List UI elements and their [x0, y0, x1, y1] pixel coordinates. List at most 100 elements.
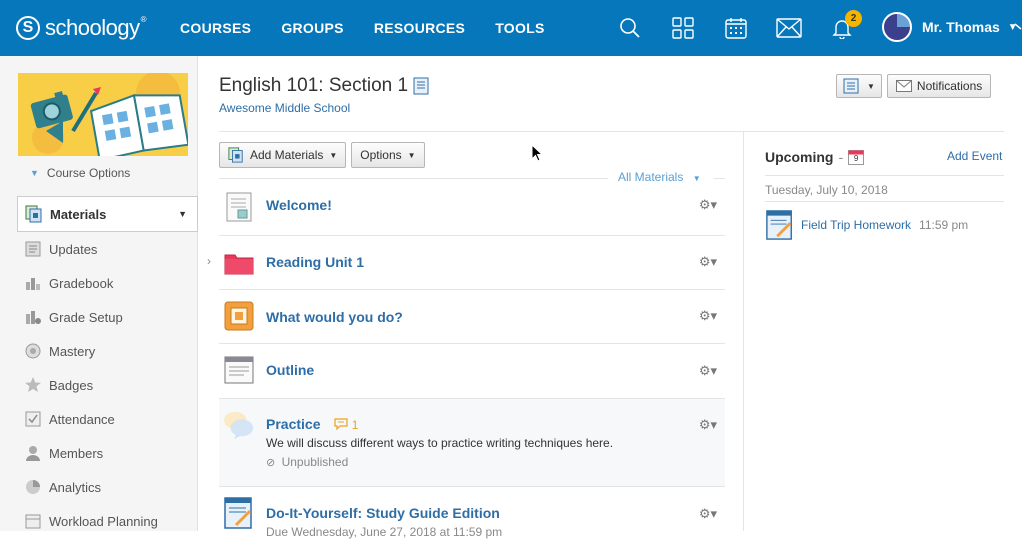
sidebar-item-members[interactable]: Members: [17, 436, 198, 470]
apps-grid-icon[interactable]: [665, 10, 701, 46]
nav-resources[interactable]: RESOURCES: [374, 20, 465, 36]
sidebar-item-label: Updates: [49, 241, 98, 257]
document-icon: [223, 354, 255, 386]
more-icon[interactable]: [1014, 22, 1022, 40]
sidebar-item-analytics[interactable]: Analytics: [17, 470, 198, 504]
upcoming-date: Tuesday, July 10, 2018: [765, 183, 888, 197]
upcoming-event[interactable]: Field Trip Homework 11:59 pm: [765, 210, 968, 240]
caret-down-icon: ▼: [867, 81, 875, 91]
sidebar-item-label: Materials: [50, 206, 107, 222]
caret-down-icon: ▼: [329, 150, 338, 160]
sidebar-item-label: Workload Planning: [49, 513, 158, 529]
notifications-label: Notifications: [916, 79, 983, 93]
main-nav: COURSES GROUPS RESOURCES TOOLS: [180, 20, 575, 36]
messages-icon[interactable]: [771, 10, 807, 46]
mini-calendar-icon: 9: [848, 149, 865, 165]
event-title[interactable]: Field Trip Homework: [801, 218, 911, 232]
add-materials-label: Add Materials: [250, 148, 324, 162]
nav-courses[interactable]: COURSES: [180, 20, 251, 36]
dash-separator: -: [838, 149, 844, 165]
sidebar-item-label: Analytics: [49, 479, 102, 495]
sidebar-item-mastery[interactable]: Mastery: [17, 334, 198, 368]
notifications-bell-icon[interactable]: 2: [824, 10, 862, 46]
nav-groups[interactable]: GROUPS: [281, 20, 343, 36]
gear-icon[interactable]: ⚙▾: [699, 308, 717, 324]
add-event-link[interactable]: Add Event: [947, 149, 1002, 163]
attendance-icon: [23, 409, 43, 429]
sidebar-item-materials[interactable]: Materials ▼: [17, 196, 198, 232]
comment-icon: [334, 418, 348, 431]
course-image: [18, 73, 188, 156]
notebook-icon: [843, 78, 859, 94]
course-options-toggle[interactable]: ▼ Course Options: [30, 166, 130, 180]
add-materials-icon: [228, 147, 243, 163]
sidebar-item-label: Gradebook: [49, 275, 114, 291]
gear-icon[interactable]: ⚙▾: [699, 254, 717, 270]
sidebar-item-gradebook[interactable]: Gradebook: [17, 266, 198, 300]
filter-label: All Materials: [618, 170, 684, 184]
nav-tools[interactable]: TOOLS: [495, 20, 544, 36]
search-icon[interactable]: [612, 10, 648, 46]
sidebar-item-updates[interactable]: Updates: [17, 232, 198, 266]
upcoming-divider: [765, 175, 1004, 176]
comment-count-value: 1: [351, 418, 359, 432]
list-item: Practice 1 We will discuss different way…: [219, 399, 725, 487]
calendar-day: 9: [853, 154, 859, 163]
course-options-label: Course Options: [46, 166, 131, 180]
materials-filter-dropdown[interactable]: All Materials ▼: [618, 170, 701, 184]
grade-setup-icon: [23, 307, 43, 327]
analytics-icon: [23, 477, 43, 497]
trademark: ®: [140, 15, 147, 24]
page-icon: [223, 191, 255, 223]
notifications-button[interactable]: Notifications: [886, 74, 992, 98]
sidebar-item-label: Mastery: [49, 343, 96, 359]
top-navigation-bar: S schoology® COURSES GROUPS RESOURCES TO…: [0, 0, 1022, 56]
user-menu[interactable]: Mr. Thomas ▼: [882, 12, 1018, 42]
school-link[interactable]: Awesome Middle School: [219, 101, 350, 115]
gradebook-icon: [23, 273, 43, 293]
list-item: Do-It-Yourself: Study Guide Edition Due …: [219, 487, 725, 547]
course-sidebar: ▼ Course Options Materials ▼ Updates Gra…: [0, 56, 198, 531]
badge-star-icon: [23, 375, 43, 395]
gear-icon[interactable]: ⚙▾: [699, 417, 717, 433]
sidebar-item-label: Grade Setup: [49, 309, 123, 325]
material-title[interactable]: Welcome!: [266, 197, 332, 213]
envelope-icon: [895, 80, 912, 92]
sidebar-item-badges[interactable]: Badges: [17, 368, 198, 402]
chevron-right-icon[interactable]: ›: [207, 254, 211, 268]
upcoming-heading: Upcoming - 9: [765, 149, 865, 165]
status-text: Unpublished: [281, 455, 349, 469]
options-label: Options: [360, 148, 402, 162]
material-title[interactable]: What would you do?: [266, 309, 403, 325]
caret-down-icon: ▼: [692, 174, 701, 183]
material-title[interactable]: Reading Unit 1: [266, 254, 364, 270]
header-divider: [219, 131, 1004, 132]
schoology-logo[interactable]: S schoology®: [16, 15, 147, 41]
course-notebook-icon: [413, 77, 429, 95]
sidebar-item-label: Attendance: [49, 411, 115, 427]
list-item: What would you do? ⚙▾: [219, 290, 725, 344]
sidebar-menu: Materials ▼ Updates Gradebook Grade Setu…: [17, 196, 198, 538]
course-view-dropdown[interactable]: ▼: [836, 74, 882, 98]
caret-down-icon: ▼: [30, 168, 39, 178]
material-title[interactable]: Do-It-Yourself: Study Guide Edition: [266, 505, 500, 521]
sidebar-item-attendance[interactable]: Attendance: [17, 402, 198, 436]
material-title[interactable]: Practice 1: [266, 416, 358, 432]
upcoming-date-divider: [765, 201, 1004, 202]
gear-icon[interactable]: ⚙▾: [699, 197, 717, 213]
gear-icon[interactable]: ⚙▾: [699, 363, 717, 379]
list-item: › Reading Unit 1 ⚙▾: [207, 236, 725, 290]
material-description: We will discuss different ways to practi…: [266, 436, 614, 450]
caret-down-icon: ▼: [407, 150, 416, 160]
sidebar-item-label: Badges: [49, 377, 94, 393]
calendar-icon[interactable]: [718, 10, 754, 46]
mastery-icon: [23, 341, 43, 361]
sidebar-item-workload-planning[interactable]: Workload Planning: [17, 504, 198, 538]
gear-icon[interactable]: ⚙▾: [699, 506, 717, 522]
material-title[interactable]: Outline: [266, 362, 314, 378]
add-materials-button[interactable]: Add Materials ▼: [219, 142, 347, 168]
sidebar-item-grade-setup[interactable]: Grade Setup: [17, 300, 198, 334]
workload-planning-icon: [23, 511, 43, 531]
due-date: Due Wednesday, June 27, 2018 at 11:59 pm: [266, 525, 503, 539]
options-button[interactable]: Options ▼: [351, 142, 425, 168]
